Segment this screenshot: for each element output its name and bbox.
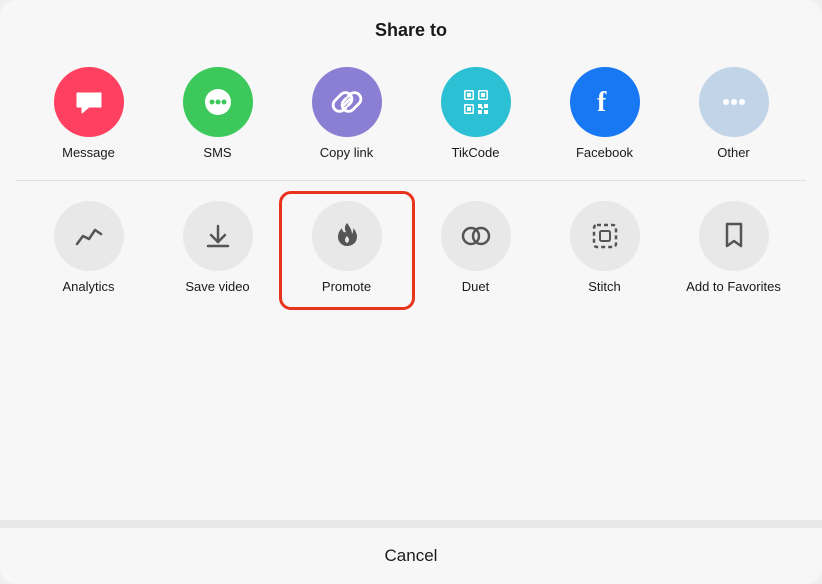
bottom-row: Analytics Save video [0, 181, 822, 316]
tikcode-icon-circle [441, 67, 511, 137]
share-item-message[interactable]: Message [39, 67, 139, 160]
analytics-icon-circle [54, 201, 124, 271]
share-item-other[interactable]: Other [684, 67, 784, 160]
share-item-sms[interactable]: SMS [168, 67, 268, 160]
tikcode-label: TikCode [452, 145, 500, 160]
facebook-icon: f [587, 84, 623, 120]
action-item-promote[interactable]: Promote [297, 201, 397, 296]
sms-icon [200, 84, 236, 120]
share-item-facebook[interactable]: f Facebook [555, 67, 655, 160]
share-title-section: Share to [0, 0, 822, 51]
tikcode-icon [456, 82, 496, 122]
share-item-copy-link[interactable]: Copy link [297, 67, 397, 160]
top-row: Message SMS Cop [0, 51, 822, 180]
share-modal: Share to Message SMS [0, 0, 822, 584]
message-icon-circle [54, 67, 124, 137]
other-icon-circle [699, 67, 769, 137]
cancel-button[interactable]: Cancel [0, 528, 822, 584]
promote-highlight-border [279, 191, 415, 310]
copy-link-icon-circle [312, 67, 382, 137]
action-item-duet[interactable]: Duet [426, 201, 526, 296]
stitch-label: Stitch [588, 279, 621, 296]
sms-icon-circle [183, 67, 253, 137]
analytics-icon [73, 220, 105, 252]
save-video-icon-circle [183, 201, 253, 271]
action-item-add-to-favorites[interactable]: Add to Favorites [684, 201, 784, 296]
cancel-divider [0, 520, 822, 528]
message-icon [72, 85, 106, 119]
other-label: Other [717, 145, 750, 160]
save-video-label: Save video [185, 279, 249, 296]
add-to-favorites-icon [718, 220, 750, 252]
add-to-favorites-icon-circle [699, 201, 769, 271]
duet-icon-circle [441, 201, 511, 271]
save-video-icon [202, 220, 234, 252]
duet-label: Duet [462, 279, 489, 296]
cancel-section: Cancel [0, 520, 822, 584]
action-item-save-video[interactable]: Save video [168, 201, 268, 296]
copy-link-label: Copy link [320, 145, 373, 160]
analytics-label: Analytics [62, 279, 114, 296]
message-label: Message [62, 145, 115, 160]
action-item-analytics[interactable]: Analytics [39, 201, 139, 296]
add-to-favorites-label: Add to Favorites [686, 279, 781, 296]
sms-label: SMS [203, 145, 231, 160]
svg-text:f: f [597, 87, 607, 118]
stitch-icon-circle [570, 201, 640, 271]
stitch-icon [588, 219, 622, 253]
share-title: Share to [375, 20, 447, 40]
action-item-stitch[interactable]: Stitch [555, 201, 655, 296]
copy-link-icon [329, 84, 365, 120]
facebook-label: Facebook [576, 145, 633, 160]
share-item-tikcode[interactable]: TikCode [426, 67, 526, 160]
facebook-icon-circle: f [570, 67, 640, 137]
duet-icon [458, 218, 494, 254]
other-icon [716, 84, 752, 120]
